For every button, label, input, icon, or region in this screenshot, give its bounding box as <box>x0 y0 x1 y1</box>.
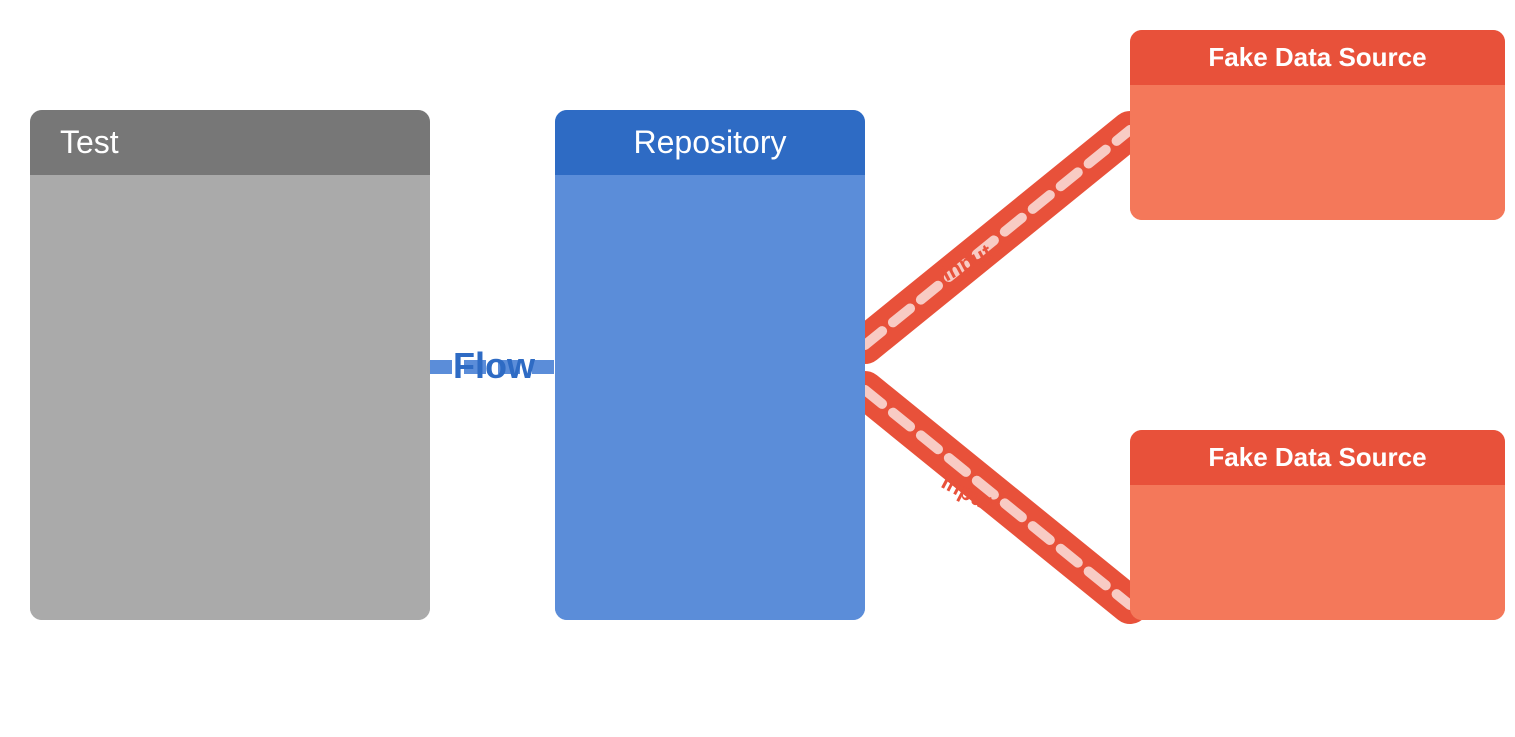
diagram-canvas: Test Repository Fake Data Source Fake Da… <box>0 0 1515 737</box>
bottom-pipe-bg <box>865 390 1130 605</box>
input-bottom-label: Input <box>937 469 997 517</box>
fds-bottom-body <box>1130 485 1505 620</box>
test-header: Test <box>30 110 430 175</box>
fds-top-title: Fake Data Source <box>1208 42 1426 73</box>
repo-title: Repository <box>634 124 787 161</box>
test-block: Test <box>30 110 430 620</box>
fds-bottom-title: Fake Data Source <box>1208 442 1426 473</box>
repo-body <box>555 175 865 620</box>
fds-top-body <box>1130 85 1505 220</box>
repo-header: Repository <box>555 110 865 175</box>
top-pipe-dash <box>865 130 1130 345</box>
fds-bottom-header: Fake Data Source <box>1130 430 1505 485</box>
test-title: Test <box>60 124 119 161</box>
fds-top-block: Fake Data Source <box>1130 30 1505 220</box>
repo-block: Repository <box>555 110 865 620</box>
bottom-pipe-dash <box>865 390 1130 605</box>
flow-label: Flow <box>453 345 535 387</box>
top-pipe-bg <box>865 130 1130 345</box>
fds-bottom-block: Fake Data Source <box>1130 430 1505 620</box>
test-body <box>30 175 430 620</box>
input-top-label: Input <box>937 239 997 287</box>
fds-top-header: Fake Data Source <box>1130 30 1505 85</box>
